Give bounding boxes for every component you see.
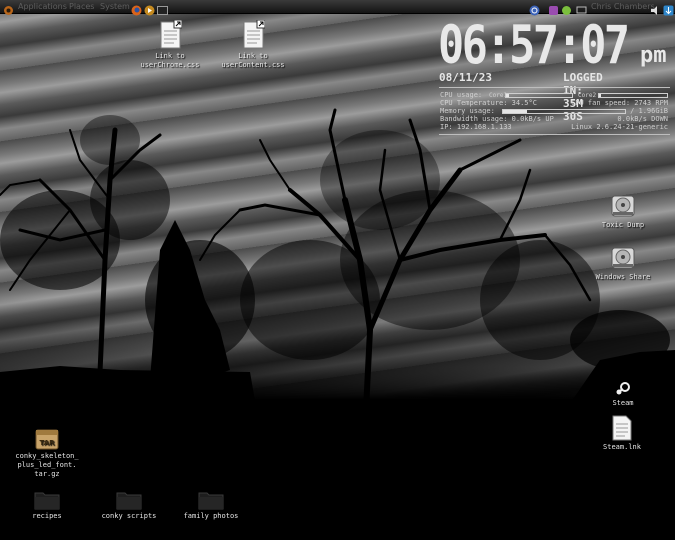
settings-icon[interactable] bbox=[548, 1, 559, 15]
desktop-icon-usercontent-link[interactable]: Link to userContent.css bbox=[216, 19, 290, 70]
desktop-icon-conky-scripts-folder[interactable]: conky scripts bbox=[97, 490, 161, 521]
conky-clock: 06:57:07 bbox=[438, 15, 630, 76]
memory-usage-fill bbox=[503, 110, 528, 113]
folder-icon bbox=[34, 490, 60, 510]
desktop-icon-steam-lnk[interactable]: Steam.lnk bbox=[598, 415, 646, 452]
desktop-icon-windows-share[interactable]: Windows Share bbox=[590, 245, 656, 282]
svg-text:TAR: TAR bbox=[39, 439, 55, 447]
conky-divider bbox=[439, 134, 670, 135]
text-file-link-icon bbox=[241, 19, 266, 50]
icon-label: conky scripts bbox=[101, 512, 157, 520]
kernel-version: Linux 2.6.24-21-generic bbox=[571, 123, 668, 131]
icon-label: recipes bbox=[32, 512, 62, 520]
user-name[interactable]: Chris Chambers bbox=[591, 1, 655, 12]
power-icon[interactable] bbox=[529, 1, 540, 16]
tar-archive-icon: TAR bbox=[35, 428, 59, 450]
conky-ip-row: IP: 192.168.1.133 Linux 2.6.24-21-generi… bbox=[440, 123, 668, 132]
memory-label: Memory usage: bbox=[440, 107, 495, 115]
system-menu[interactable]: System bbox=[100, 1, 130, 12]
terminal-icon[interactable] bbox=[157, 1, 168, 15]
icon-label: Steam.lnk bbox=[603, 443, 641, 451]
applications-menu[interactable]: Applications bbox=[18, 1, 67, 12]
media-player-icon[interactable] bbox=[144, 1, 155, 16]
icon-label: Toxic Dump bbox=[601, 221, 645, 229]
icon-label: Windows Share bbox=[595, 273, 651, 281]
volume-icon[interactable] bbox=[650, 1, 661, 15]
core2-usage-bar bbox=[598, 93, 668, 98]
conky-ampm: pm bbox=[640, 43, 667, 68]
steam-icon bbox=[614, 381, 632, 397]
text-file-icon bbox=[611, 415, 633, 441]
desktop-icon-userchrome-link[interactable]: Link to userChrome.css bbox=[135, 19, 205, 70]
bandwidth-up: Bandwidth usage: 0.0kB/s UP bbox=[440, 115, 554, 123]
ubuntu-logo-icon[interactable] bbox=[3, 1, 14, 15]
top-panel: Applications Places System Chris Chamber… bbox=[0, 0, 675, 16]
desktop-icon-recipes-folder[interactable]: recipes bbox=[20, 490, 74, 521]
hard-drive-icon bbox=[610, 193, 636, 219]
icon-label: conky_skeleton_ plus_led_font. tar.gz bbox=[15, 452, 79, 478]
desktop-icon-conky-tarball[interactable]: TAR conky_skeleton_ plus_led_font. tar.g… bbox=[8, 428, 86, 479]
icon-label: Steam bbox=[612, 399, 634, 407]
display-icon[interactable] bbox=[576, 1, 587, 14]
text-file-link-icon bbox=[158, 19, 183, 50]
hard-drive-icon bbox=[610, 245, 636, 271]
icon-label: Link to userChrome.css bbox=[140, 52, 200, 69]
places-menu[interactable]: Places bbox=[69, 1, 94, 12]
firefox-icon[interactable] bbox=[131, 1, 142, 16]
conky-date: 08/11/23 bbox=[439, 71, 492, 84]
cpu-usage-label: CPU usage: bbox=[440, 91, 483, 99]
core1-usage-bar bbox=[505, 93, 573, 98]
folder-icon bbox=[116, 490, 142, 510]
core2-usage-fill bbox=[599, 94, 602, 97]
desktop-icon-family-photos-folder[interactable]: family photos bbox=[178, 490, 244, 521]
memory-usage-bar bbox=[502, 109, 626, 114]
desktop-icon-toxic-dump[interactable]: Toxic Dump bbox=[596, 193, 650, 230]
icon-label: family photos bbox=[183, 512, 239, 520]
folder-icon bbox=[198, 490, 224, 510]
core1-usage-fill bbox=[506, 94, 510, 97]
conky-divider bbox=[439, 87, 670, 88]
ip-address: IP: 192.168.1.133 bbox=[440, 123, 512, 131]
icon-label: Link to userContent.css bbox=[221, 52, 285, 69]
desktop-icon-steam[interactable]: Steam bbox=[603, 381, 643, 408]
network-icon[interactable] bbox=[561, 1, 572, 15]
update-notifier-icon[interactable] bbox=[663, 1, 674, 16]
cpu-temperature: CPU Temperature: 34.5°C bbox=[440, 99, 537, 107]
